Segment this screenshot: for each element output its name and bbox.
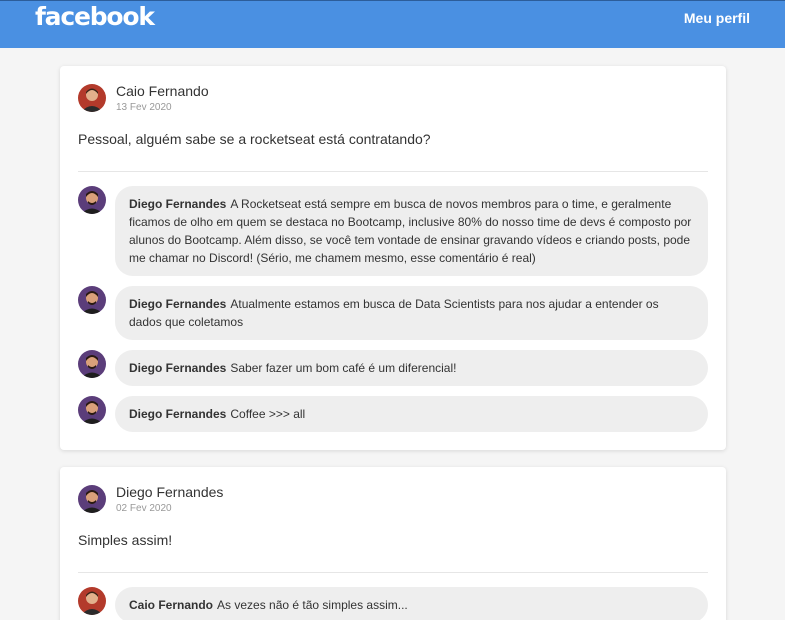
post-author[interactable]: Caio Fernando <box>116 83 209 99</box>
avatar[interactable] <box>78 186 106 214</box>
comment-author[interactable]: Caio Fernando <box>129 598 213 612</box>
comment-bubble: Diego Fernandes Atualmente estamos em bus… <box>115 286 708 340</box>
comment-list: Caio Fernando As vezes não é tão simples … <box>78 587 708 620</box>
post-text: Simples assim! <box>78 532 173 548</box>
comment: Caio Fernando As vezes não é tão simples … <box>78 587 708 620</box>
post-divider <box>78 572 708 573</box>
comment: Diego Fernandes Coffee >>> all <box>78 396 708 432</box>
avatar[interactable] <box>78 485 106 513</box>
post-card: Caio Fernando 13 Fev 2020 Pessoal, algué… <box>60 66 726 450</box>
facebook-logo[interactable]: facebook <box>35 4 155 29</box>
post-text: Pessoal, alguém sabe se a rocketseat est… <box>78 131 431 147</box>
comment-text: As vezes não é tão simples assim... <box>217 598 408 612</box>
avatar[interactable] <box>78 286 106 314</box>
post-divider <box>78 171 708 172</box>
comment-bubble: Caio Fernando As vezes não é tão simples … <box>115 587 708 620</box>
comment: Diego Fernandes A Rocketseat está sempre … <box>78 186 708 276</box>
post-card: Diego Fernandes 02 Fev 2020 Simples assi… <box>60 467 726 620</box>
comment-author[interactable]: Diego Fernandes <box>129 197 226 211</box>
comment-bubble: Diego Fernandes Coffee >>> all <box>115 396 708 432</box>
comment-author[interactable]: Diego Fernandes <box>129 297 226 311</box>
post-header: Caio Fernando 13 Fev 2020 <box>78 83 708 113</box>
post-author[interactable]: Diego Fernandes <box>116 484 223 500</box>
post-feed: Caio Fernando 13 Fev 2020 Pessoal, algué… <box>60 66 726 620</box>
post-date: 13 Fev 2020 <box>116 102 172 113</box>
avatar[interactable] <box>78 587 106 615</box>
post-header: Diego Fernandes 02 Fev 2020 <box>78 484 708 514</box>
comment-text: Coffee >>> all <box>230 407 306 421</box>
top-bar: facebook Meu perfil <box>0 0 785 48</box>
comment-bubble: Diego Fernandes A Rocketseat está sempre … <box>115 186 708 276</box>
comment: Diego Fernandes Atualmente estamos em bus… <box>78 286 708 340</box>
comment-author[interactable]: Diego Fernandes <box>129 407 226 421</box>
comment-author[interactable]: Diego Fernandes <box>129 361 226 375</box>
comment-list: Diego Fernandes A Rocketseat está sempre … <box>78 186 708 432</box>
profile-link[interactable]: Meu perfil <box>684 10 750 26</box>
avatar[interactable] <box>78 350 106 378</box>
avatar[interactable] <box>78 396 106 424</box>
avatar[interactable] <box>78 84 106 112</box>
comment: Diego Fernandes Saber fazer um bom café é… <box>78 350 708 386</box>
comment-text: Saber fazer um bom café é um diferencial… <box>230 361 457 375</box>
post-date: 02 Fev 2020 <box>116 503 172 514</box>
comment-bubble: Diego Fernandes Saber fazer um bom café é… <box>115 350 708 386</box>
